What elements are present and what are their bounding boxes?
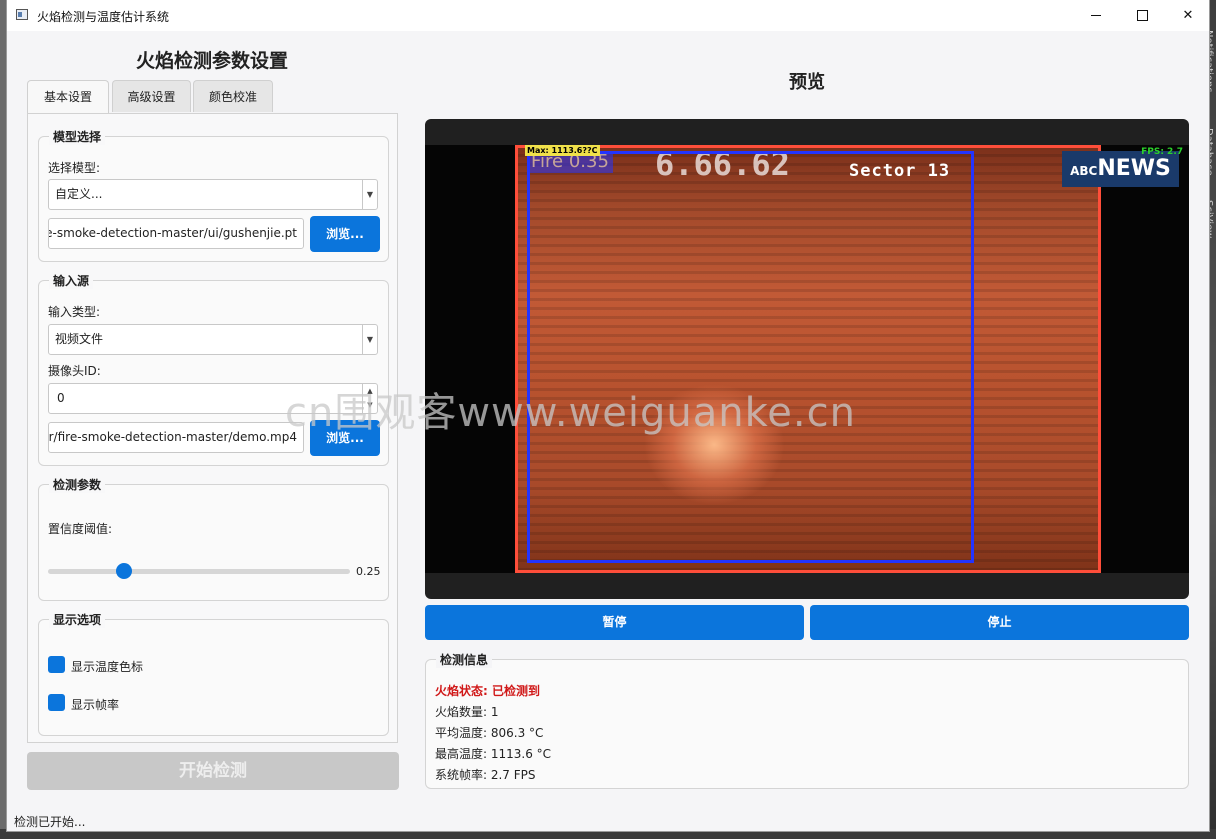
minimize-button[interactable] — [1073, 0, 1119, 31]
close-button[interactable]: ✕ — [1165, 0, 1211, 31]
maximize-icon — [1136, 10, 1148, 21]
pause-button[interactable]: 暂停 — [425, 605, 804, 640]
status-bar-text: 检测已开始... — [14, 815, 86, 829]
model-browse-button[interactable]: 浏览... — [310, 216, 380, 252]
preview-frame: 6.66.62 Sector 13 ABCNEWS Fire 0.35 Max:… — [425, 119, 1189, 599]
model-path-value: fire-smoke-detection-master/ui/gushenjie… — [48, 226, 297, 240]
video-path-input[interactable]: ster/fire-smoke-detection-master/demo.mp… — [48, 422, 304, 453]
maximize-button[interactable] — [1119, 0, 1165, 31]
confidence-label: 置信度阈值: — [48, 522, 113, 536]
fire-status-text: 火焰状态: 已检测到 — [435, 684, 540, 698]
window-title: 火焰检测与温度估计系统 — [37, 10, 170, 24]
input-source-group: 输入源 输入类型: 视频文件 ▼ 摄像头ID: 0 ▲ ▼ ster/fire-s… — [38, 272, 389, 466]
model-path-input[interactable]: fire-smoke-detection-master/ui/gushenjie… — [48, 218, 304, 249]
max-temp-text: 最高温度: 1113.6 °C — [435, 747, 552, 761]
detect-group-title: 检测参数 — [49, 476, 106, 493]
start-detection-button[interactable]: 开始检测 — [27, 752, 399, 790]
title-bar[interactable]: 火焰检测与温度估计系统 ✕ — [7, 0, 1209, 31]
detection-params-group: 检测参数 置信度阈值: 0.25 — [38, 476, 389, 601]
chevron-down-icon[interactable]: ▼ — [362, 180, 377, 209]
close-icon: ✕ — [1182, 8, 1194, 23]
video-path-value: ster/fire-smoke-detection-master/demo.mp… — [48, 430, 297, 444]
camera-id-value: 0 — [57, 391, 65, 405]
model-select-label: 选择模型: — [48, 161, 101, 175]
model-group: 模型选择 选择模型: 自定义... ▼ fire-smoke-detection… — [38, 128, 389, 262]
confidence-slider-handle[interactable] — [115, 563, 132, 579]
display-options-group: 显示选项 显示温度色标 显示帧率 — [38, 611, 389, 736]
detection-info-title: 检测信息 — [436, 651, 493, 668]
display-group-title: 显示选项 — [49, 611, 106, 628]
fire-bounding-box — [527, 151, 974, 563]
model-select[interactable]: 自定义... ▼ — [48, 179, 378, 210]
app-icon — [16, 9, 28, 20]
avg-temp-text: 平均温度: 806.3 °C — [435, 726, 544, 740]
model-group-title: 模型选择 — [49, 128, 106, 145]
show-fps-label[interactable]: 显示帧率 — [71, 696, 119, 713]
camera-id-label: 摄像头ID: — [48, 364, 101, 378]
video-frame: 6.66.62 Sector 13 ABCNEWS Fire 0.35 Max:… — [425, 145, 1189, 573]
show-fps-checkbox[interactable] — [48, 694, 65, 711]
watermark-text: cn围观客www.weiguanke.cn — [285, 390, 856, 436]
preview-title: 预览 — [789, 72, 825, 93]
input-type-value: 视频文件 — [55, 332, 104, 346]
show-temp-scale-label[interactable]: 显示温度色标 — [71, 658, 143, 675]
input-type-label: 输入类型: — [48, 305, 101, 319]
confidence-value: 0.25 — [356, 565, 381, 578]
stop-button[interactable]: 停止 — [810, 605, 1189, 640]
minimize-icon — [1091, 15, 1101, 16]
settings-title: 火焰检测参数设置 — [135, 50, 288, 72]
input-type-select[interactable]: 视频文件 ▼ — [48, 324, 378, 355]
chevron-down-icon[interactable]: ▼ — [362, 325, 377, 354]
fire-count-text: 火焰数量: 1 — [435, 705, 499, 719]
fps-tag: FPS: 2.7 — [1141, 147, 1183, 157]
detection-info-group: 检测信息 火焰状态: 已检测到 火焰数量: 1 平均温度: 806.3 °C 最… — [425, 651, 1189, 789]
input-group-title: 输入源 — [49, 272, 94, 289]
system-fps-text: 系统帧率: 2.7 FPS — [435, 768, 536, 782]
confidence-slider[interactable] — [48, 569, 350, 574]
tab-advanced-settings[interactable]: 高级设置 — [112, 80, 191, 112]
show-temp-scale-checkbox[interactable] — [48, 656, 65, 673]
tab-basic-settings[interactable]: 基本设置 — [27, 80, 109, 114]
model-select-value: 自定义... — [55, 187, 103, 201]
tab-color-calibration[interactable]: 颜色校准 — [193, 80, 273, 112]
max-temp-tag: Max: 1113.6??C — [525, 145, 600, 156]
